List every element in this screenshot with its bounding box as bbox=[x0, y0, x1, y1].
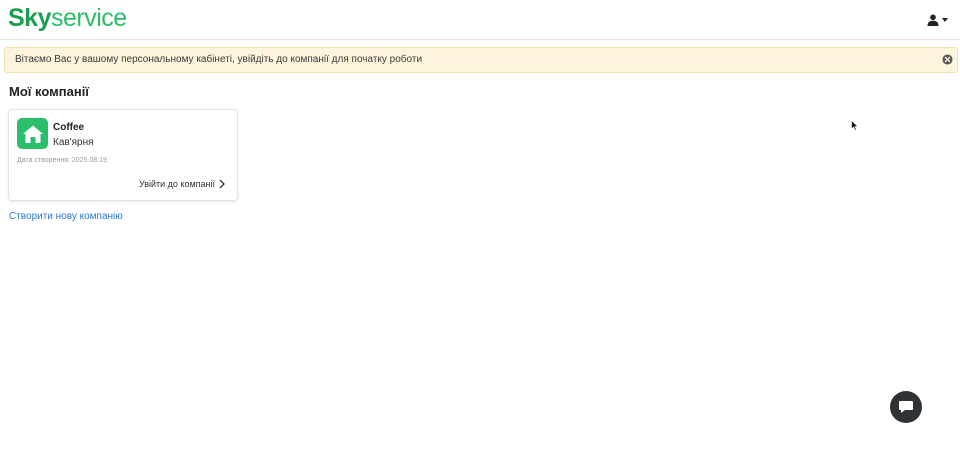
welcome-alert-message: Вітаємо Вас у вашому персональному кабін… bbox=[15, 54, 423, 65]
brand-logo[interactable]: Skyservice bbox=[8, 3, 127, 33]
person-icon bbox=[927, 14, 939, 26]
my-companies-title: Мої компанії bbox=[9, 84, 89, 99]
home-icon bbox=[22, 125, 43, 143]
caret-down-icon bbox=[942, 18, 948, 22]
chevron-right-icon bbox=[219, 179, 225, 189]
chat-button[interactable] bbox=[890, 391, 922, 423]
page: Skyservice Вітаємо Вас у вашому персонал… bbox=[0, 0, 960, 458]
brand-logo-part1: Sky bbox=[8, 4, 51, 32]
company-card: Coffee Кав'ярня Дата створення: 2025.08.… bbox=[8, 109, 238, 201]
enter-company-button[interactable]: Увійти до компанії bbox=[139, 177, 225, 191]
enter-company-label: Увійти до компанії bbox=[138, 179, 215, 189]
company-type: Кав'ярня bbox=[53, 137, 94, 148]
mouse-cursor-icon bbox=[851, 120, 859, 131]
top-navbar: Skyservice bbox=[0, 0, 960, 40]
close-circle-icon[interactable] bbox=[942, 54, 953, 65]
company-logo bbox=[17, 118, 48, 149]
chat-bubble-icon bbox=[899, 401, 913, 413]
welcome-alert: Вітаємо Вас у вашому персональному кабін… bbox=[4, 47, 958, 73]
user-menu-button[interactable] bbox=[927, 12, 948, 28]
company-created-date: Дата створення: 2025.08.19 bbox=[17, 157, 107, 164]
create-company-link[interactable]: Створити нову компанію bbox=[9, 211, 123, 222]
company-name: Coffee bbox=[53, 122, 85, 133]
brand-logo-part2: service bbox=[50, 4, 127, 32]
